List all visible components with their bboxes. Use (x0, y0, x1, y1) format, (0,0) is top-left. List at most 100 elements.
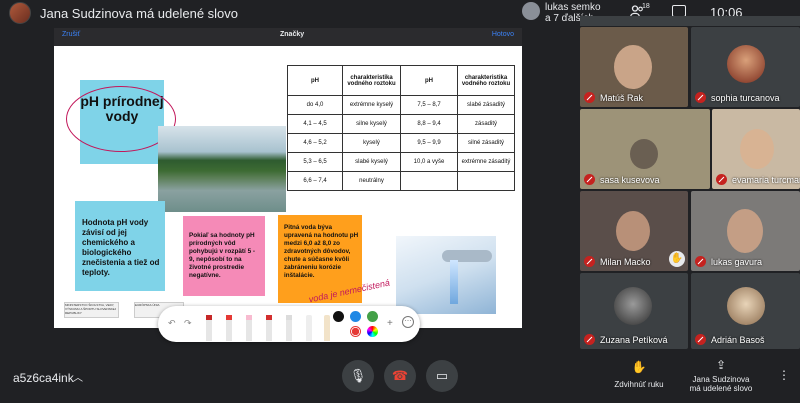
orange-note-text: Pitná voda býva upravená na hodnotu pH m… (284, 224, 359, 279)
people-count: 18 (642, 3, 650, 10)
table-row: 6,6 – 7,4 neutrálny (287, 171, 515, 191)
table-row: 4,1 – 4,5 silne kyselý 8,8 – 9,4 zásadit… (287, 114, 515, 134)
floor-status[interactable]: Jana Sudzinova má udelené slovo (676, 375, 766, 393)
floor-icon[interactable]: ⇪ (681, 358, 761, 372)
eraser-tool[interactable] (286, 315, 292, 341)
microphone-button[interactable]: 🎙 (342, 360, 374, 392)
table-cell: 5,3 – 6,5 (287, 152, 343, 172)
lake-image (158, 126, 286, 212)
table-header: charakteristika vodného roztoku (342, 65, 401, 96)
participant-name: Adrián Basoš (711, 335, 765, 345)
cancel-button[interactable]: Zrušiť (62, 31, 80, 38)
participant-avatar (727, 45, 765, 83)
lasso-tool[interactable] (306, 315, 312, 341)
faucet-water (450, 260, 458, 304)
camera-icon: ▭ (435, 368, 449, 383)
ph-table: pH charakteristika vodného roztoku pH ch… (287, 65, 515, 191)
table-cell: 6,6 – 7,4 (287, 171, 343, 191)
table-cell: do 4,0 (287, 95, 343, 115)
table-row: do 4,0 extrémne kyselý 7,5 – 8,7 slabé z… (287, 95, 515, 115)
participant-name: Zuzana Petíková (600, 335, 668, 345)
blue-note-text: Hodnota pH vody závisí od jej chemického… (82, 218, 160, 277)
pen-tip (246, 315, 252, 320)
chevron-up-icon[interactable]: ︿ (73, 369, 83, 384)
participant-tile[interactable]: Zuzana Petíková (580, 273, 688, 349)
participant-name: evamaria turcmanov... (732, 175, 800, 185)
table-cell: 10,0 a vyše (400, 152, 458, 172)
table-cell: slabé kyselý (342, 152, 401, 172)
table-cell: 4,1 – 4,5 (287, 114, 343, 134)
table-cell: kyselý (342, 133, 401, 153)
raised-hand-icon: ✋ (669, 251, 685, 267)
undo-icon[interactable]: ↶ (168, 318, 176, 329)
pen-tool[interactable] (206, 315, 212, 341)
participant-name: sasa kusevova (600, 175, 660, 185)
table-header: charakteristika vodného roztoku (457, 65, 515, 96)
pen-tip (226, 315, 232, 320)
table-cell (457, 171, 515, 191)
faucet-image (396, 236, 496, 314)
mic-off-icon (584, 92, 595, 103)
color-swatch-blue[interactable] (350, 311, 361, 322)
participant-tile[interactable]: Adrián Basoš (691, 273, 800, 349)
table-cell: neutrálny (342, 171, 401, 191)
table-cell: 9,5 – 9,9 (400, 133, 458, 153)
markup-title: Značky (280, 31, 305, 38)
participant-name: lukas gavura (711, 257, 763, 267)
pencil-tool[interactable] (246, 315, 252, 341)
participant-video (616, 211, 650, 251)
table-cell: 7,5 – 8,7 (400, 95, 458, 115)
more-options-icon[interactable]: ⋮ (778, 368, 790, 382)
color-swatch-red[interactable] (350, 326, 361, 337)
participant-avatar (727, 287, 765, 325)
table-header: pH (287, 65, 343, 96)
highlighter-tool[interactable] (226, 315, 232, 341)
color-swatch-black[interactable] (333, 311, 344, 322)
participant-name: Milan Macko (600, 257, 651, 267)
ministry-logo: MINISTERSTVO ŠKOLSTVA, VEDY, VÝSKUMU A Š… (64, 302, 119, 318)
color-picker-icon[interactable] (367, 326, 378, 337)
table-cell: 8,8 – 9,4 (400, 114, 458, 134)
microphone-icon: 🎙 (349, 368, 367, 383)
markup-header: Zrušiť Značky Hotovo (54, 28, 522, 46)
participant-name: Matúš Rak (600, 93, 644, 103)
table-cell (400, 171, 458, 191)
participant-tile[interactable]: lukas gavura (691, 191, 800, 271)
table-header-row: pH charakteristika vodného roztoku pH ch… (287, 65, 515, 96)
presenter-title: Jana Sudzinova má udelené slovo (40, 6, 239, 21)
participant-tile[interactable]: sasa kusevova (580, 109, 710, 189)
end-call-icon: ☎ (391, 368, 409, 383)
more-icon[interactable]: ⋯ (402, 316, 414, 328)
camera-button[interactable]: ▭ (426, 360, 458, 392)
raise-hand-label[interactable]: Zdvihnúť ruku (594, 380, 684, 389)
participant-tile[interactable]: Matúš Rak (580, 27, 688, 107)
ruler-tool[interactable] (324, 315, 330, 341)
raise-hand-icon[interactable]: ✋ (599, 360, 679, 374)
marker-tool[interactable] (266, 315, 272, 341)
floor-status-line1: Jana Sudzinova (692, 375, 750, 384)
mic-off-icon (695, 256, 706, 267)
participant-video (614, 45, 652, 89)
meet-window: Jana Sudzinova má udelené slovo lukas se… (0, 0, 800, 403)
color-swatch-green[interactable] (367, 311, 378, 322)
bottom-bar: a5z6ca4ink ︿ 🎙 ☎ ▭ ✋ Zdvihnúť ruku ⇪ Jan… (0, 352, 800, 403)
mic-off-icon (584, 334, 595, 345)
mic-off-icon (695, 334, 706, 345)
participant-tile[interactable]: sophia turcanova (691, 27, 800, 107)
table-cell: zásaditý (457, 114, 515, 134)
mic-off-icon (695, 92, 706, 103)
markup-toolbar: ↶ ↷ + ⋯ (158, 306, 420, 342)
participant-tile[interactable]: evamaria turcmanov... (712, 109, 800, 189)
participant-video (727, 209, 763, 253)
end-call-button[interactable]: ☎ (384, 360, 416, 392)
redo-icon[interactable]: ↷ (184, 318, 192, 329)
slide: pH prírodnej vody pH charakteristika vod… (54, 46, 522, 328)
meeting-code: a5z6ca4ink (13, 371, 74, 385)
add-icon[interactable]: + (387, 318, 393, 329)
participant-tile[interactable]: Milan Macko ✋ (580, 191, 688, 271)
tiles-strip (580, 16, 800, 26)
table-cell: extrémne zásaditý (457, 152, 515, 172)
speaker-avatar (522, 2, 540, 20)
done-button[interactable]: Hotovo (492, 31, 514, 38)
participant-video (630, 139, 658, 169)
